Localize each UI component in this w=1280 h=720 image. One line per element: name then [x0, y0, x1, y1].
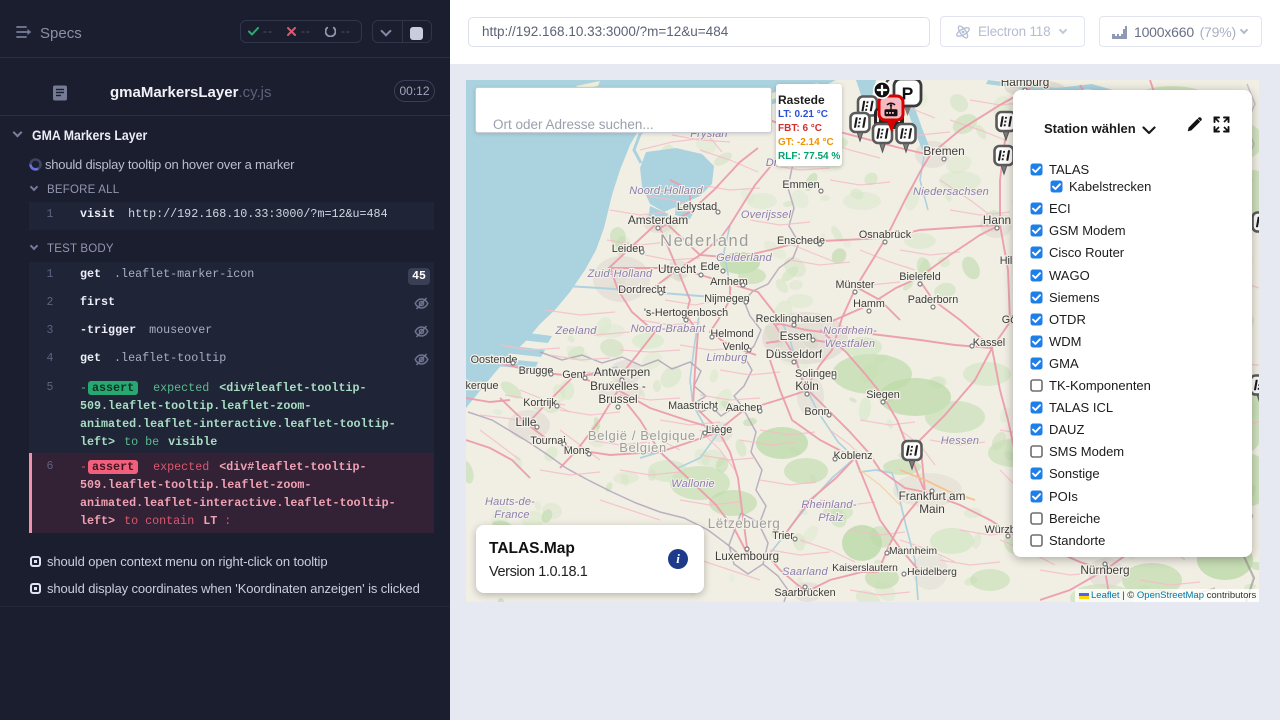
svg-text:Brugge: Brugge: [519, 365, 554, 377]
svg-text:nkerque: nkerque: [466, 380, 499, 392]
svg-text:Liège: Liège: [706, 424, 732, 436]
svg-text:Hauts-de-: Hauts-de-: [485, 496, 535, 508]
svg-text:Mannheim: Mannheim: [889, 546, 937, 557]
svg-text:Kortrijk: Kortrijk: [523, 397, 557, 409]
svg-text:Tournai: Tournai: [530, 435, 565, 447]
svg-text:Dordrecht: Dordrecht: [618, 284, 665, 296]
svg-text:Helmond: Helmond: [710, 328, 753, 340]
svg-text:Main: Main: [919, 502, 945, 516]
svg-text:Osnabrück: Osnabrück: [859, 229, 912, 241]
svg-text:Oostende: Oostende: [471, 354, 518, 366]
svg-text:Antwerpen: Antwerpen: [594, 365, 650, 379]
svg-text:France: France: [494, 509, 529, 521]
svg-text:Lëtzebuerg: Lëtzebuerg: [708, 516, 781, 531]
svg-text:Koblenz: Koblenz: [833, 450, 872, 462]
svg-text:Rheinland-: Rheinland-: [801, 499, 856, 511]
svg-text:Luxembourg: Luxembourg: [715, 551, 779, 563]
svg-text:Venlo: Venlo: [722, 341, 749, 353]
svg-text:Kaiserslautern: Kaiserslautern: [832, 563, 898, 574]
svg-text:Noord-Brabant: Noord-Brabant: [631, 323, 706, 335]
svg-text:Hessen: Hessen: [941, 435, 980, 447]
svg-text:Maastricht: Maastricht: [668, 400, 718, 412]
svg-text:Münster: Münster: [835, 279, 874, 291]
svg-text:Westfalen: Westfalen: [825, 338, 876, 350]
svg-text:Utrecht: Utrecht: [658, 262, 697, 276]
svg-text:Nijmegen: Nijmegen: [704, 293, 750, 305]
svg-text:Saarland: Saarland: [782, 566, 828, 578]
svg-text:Ede: Ede: [700, 261, 719, 273]
svg-text:Siegen: Siegen: [866, 389, 900, 401]
svg-text:Limburg: Limburg: [706, 352, 748, 364]
svg-text:Zeeland: Zeeland: [554, 325, 597, 337]
svg-text:Amsterdam: Amsterdam: [628, 213, 688, 227]
svg-text:Bremen: Bremen: [923, 144, 964, 158]
svg-text:Trier: Trier: [772, 530, 794, 542]
svg-text:Pfalz: Pfalz: [818, 512, 844, 524]
svg-text:Köln: Köln: [795, 379, 819, 393]
svg-text:Nordrhein-: Nordrhein-: [823, 325, 877, 337]
svg-text:Hil: Hil: [1000, 255, 1013, 267]
svg-text:Overijssel: Overijssel: [741, 209, 792, 221]
svg-text:Bielefeld: Bielefeld: [899, 271, 940, 283]
svg-text:Nederland: Nederland: [660, 232, 750, 250]
svg-text:Aachen: Aachen: [726, 402, 763, 414]
svg-text:Emmen: Emmen: [782, 179, 819, 191]
svg-text:Niedersachsen: Niedersachsen: [913, 186, 989, 198]
svg-text:Noord-Holland: Noord-Holland: [629, 185, 703, 197]
svg-text:Brussel: Brussel: [598, 392, 637, 406]
svg-text:Wallonie: Wallonie: [671, 478, 715, 490]
svg-text:Essen: Essen: [780, 329, 813, 343]
svg-text:Gelderland: Gelderland: [716, 252, 772, 264]
svg-text:Belgien: Belgien: [619, 440, 667, 455]
svg-text:Bonn: Bonn: [804, 406, 829, 418]
svg-text:Bruxelles -: Bruxelles -: [590, 379, 646, 393]
svg-text:Lille: Lille: [516, 415, 537, 429]
svg-text:Hann: Hann: [983, 213, 1011, 227]
svg-text:Zuid-Holland: Zuid-Holland: [587, 268, 653, 280]
svg-text:Hamm: Hamm: [853, 298, 885, 310]
svg-text:Gent: Gent: [562, 369, 585, 381]
svg-text:Heidelberg: Heidelberg: [907, 567, 957, 578]
svg-text:'s-Hertogenbosch: 's-Hertogenbosch: [644, 307, 728, 319]
svg-text:Düsseldorf: Düsseldorf: [766, 347, 823, 361]
svg-text:Kassel: Kassel: [973, 337, 1005, 349]
svg-text:Paderborn: Paderborn: [908, 294, 958, 306]
svg-text:Leiden: Leiden: [612, 243, 644, 255]
svg-text:Lelystad: Lelystad: [677, 201, 717, 213]
